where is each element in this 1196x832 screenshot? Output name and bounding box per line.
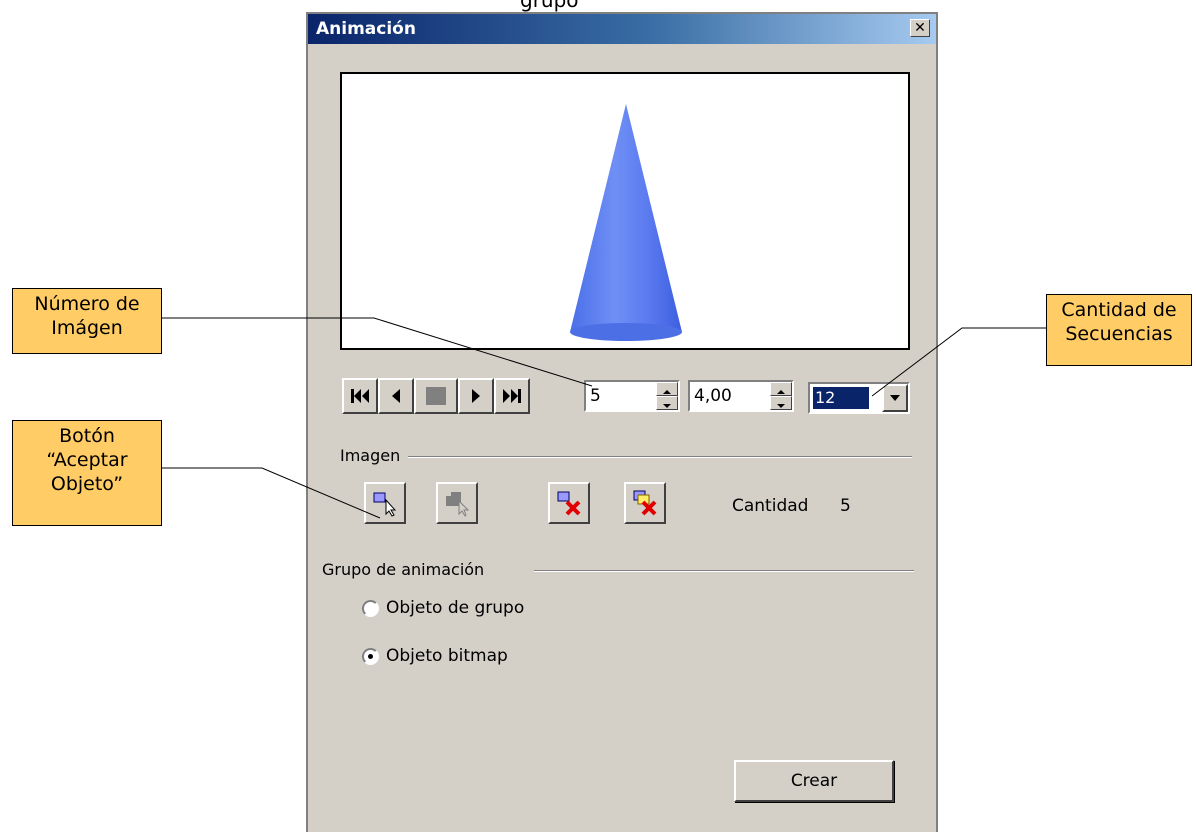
accept-object-icon xyxy=(373,492,397,517)
accept-object-button[interactable] xyxy=(364,482,406,524)
close-button[interactable]: ✕ xyxy=(910,19,930,37)
delete-image-icon xyxy=(557,491,581,516)
previous-frame-button[interactable] xyxy=(378,378,414,414)
accept-objects-icon xyxy=(446,492,470,517)
first-icon xyxy=(351,389,369,403)
loop-count-combo[interactable]: 12 xyxy=(808,382,910,414)
cantidad-label: Cantidad xyxy=(732,496,809,516)
last-icon xyxy=(503,389,521,403)
duration-value: 4,00 xyxy=(694,386,732,406)
callout-text: Número de Imágen xyxy=(34,293,140,339)
down-arrow-icon xyxy=(777,404,785,408)
image-number-value: 5 xyxy=(590,386,601,406)
window-title: Animación xyxy=(316,19,416,39)
radio-button[interactable] xyxy=(362,648,379,665)
radio-label: Objeto de grupo xyxy=(386,598,525,618)
radio-button[interactable] xyxy=(362,600,379,617)
duration-up-button[interactable] xyxy=(770,382,792,396)
cantidad-value: 5 xyxy=(840,496,851,516)
animation-dialog: Animación ✕ 5 4,00 12 Imagen Cantidad 5 … xyxy=(306,12,938,832)
clipped-top-text: grupo xyxy=(520,0,579,12)
delete-image-button[interactable] xyxy=(548,482,590,524)
duration-field[interactable]: 4,00 xyxy=(688,380,794,412)
loop-count-value: 12 xyxy=(813,387,869,409)
duration-down-button[interactable] xyxy=(770,396,792,410)
play-icon xyxy=(472,389,480,403)
delete-all-icon xyxy=(633,490,657,516)
create-button[interactable]: Crear xyxy=(734,760,894,802)
previous-icon xyxy=(392,389,400,403)
chevron-down-icon xyxy=(890,395,900,401)
stop-button[interactable] xyxy=(414,378,458,414)
image-number-up-button[interactable] xyxy=(656,382,678,396)
animation-preview xyxy=(340,72,910,350)
stop-icon xyxy=(426,387,446,405)
image-number-field[interactable]: 5 xyxy=(584,380,680,412)
grupo-section-label: Grupo de animación xyxy=(322,560,493,579)
grupo-separator xyxy=(534,570,914,572)
radio-label: Objeto bitmap xyxy=(386,646,508,666)
cone-image xyxy=(570,104,682,341)
delete-all-images-button[interactable] xyxy=(624,482,666,524)
last-frame-button[interactable] xyxy=(494,378,530,414)
title-bar[interactable]: Animación ✕ xyxy=(308,14,936,44)
imagen-separator xyxy=(408,456,912,458)
imagen-section-label: Imagen xyxy=(340,446,409,465)
first-frame-button[interactable] xyxy=(342,378,378,414)
callout-boton-aceptar-objeto: Botón “Aceptar Objeto” xyxy=(12,420,162,526)
callout-text: Botón “Aceptar Objeto” xyxy=(46,425,128,495)
down-arrow-icon xyxy=(663,404,671,408)
accept-objects-button[interactable] xyxy=(436,482,478,524)
callout-text: Cantidad de Secuencias xyxy=(1061,299,1177,345)
image-number-down-button[interactable] xyxy=(656,396,678,410)
callout-cantidad-de-secuencias: Cantidad de Secuencias xyxy=(1046,294,1192,366)
play-button[interactable] xyxy=(458,378,494,414)
loop-count-dropdown-button[interactable] xyxy=(882,384,908,412)
close-icon: ✕ xyxy=(914,20,926,36)
callout-numero-de-imagen: Número de Imágen xyxy=(12,288,162,354)
